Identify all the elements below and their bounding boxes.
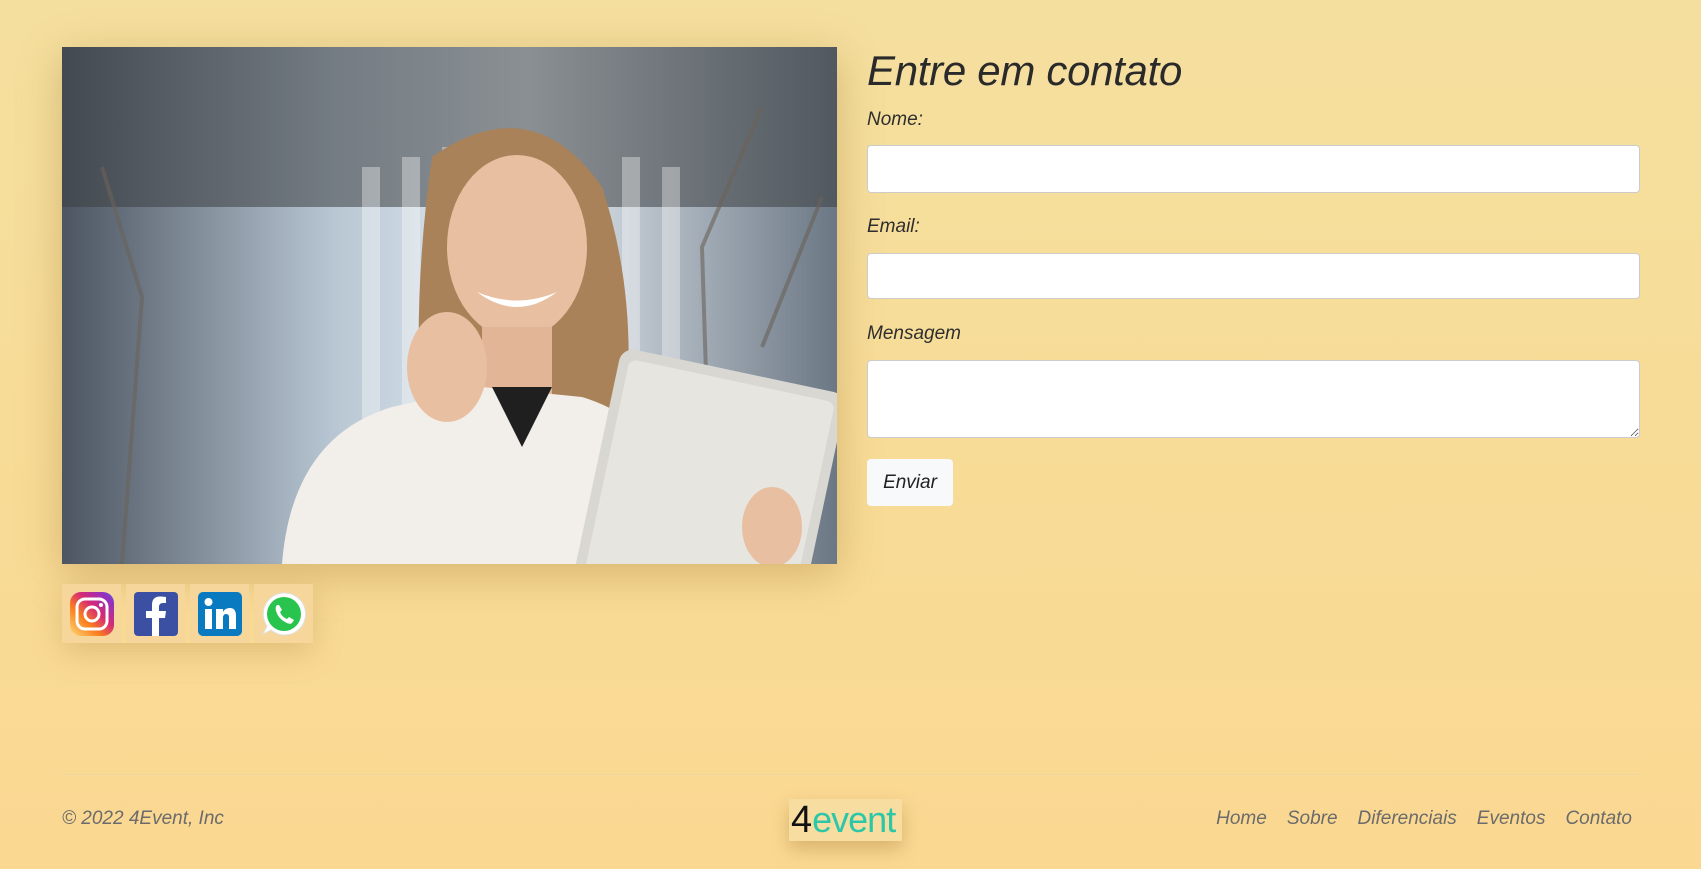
linkedin-link[interactable]: [190, 584, 249, 643]
footer-nav-diferenciais[interactable]: Diferenciais: [1358, 808, 1457, 830]
contact-form: Entre em contato Nome: Email: Mensagem E…: [867, 47, 1642, 506]
contact-title: Entre em contato: [867, 47, 1183, 94]
message-label: Mensagem: [867, 323, 961, 344]
email-input[interactable]: [867, 253, 1640, 299]
submit-button[interactable]: Enviar: [867, 459, 953, 506]
footer-nav-sobre[interactable]: Sobre: [1287, 808, 1338, 830]
name-label: Nome:: [867, 109, 923, 130]
logo-word: event: [812, 799, 896, 840]
logo-number: 4: [791, 799, 813, 841]
footer-copyright: © 2022 4Event, Inc: [62, 808, 224, 829]
hero-photo: [62, 47, 837, 564]
email-label: Email:: [867, 216, 920, 237]
name-input[interactable]: [867, 145, 1640, 193]
whatsapp-link[interactable]: [254, 584, 313, 643]
footer-nav: Home Sobre Diferenciais Eventos Contato: [1216, 808, 1632, 830]
message-textarea[interactable]: [867, 360, 1640, 438]
footer-logo[interactable]: 4 event: [789, 799, 902, 841]
footer-nav-home[interactable]: Home: [1216, 808, 1267, 830]
footer-nav-eventos[interactable]: Eventos: [1477, 808, 1546, 830]
instagram-link[interactable]: [62, 584, 121, 643]
facebook-link[interactable]: [126, 584, 185, 643]
whatsapp-icon: [261, 591, 306, 635]
footer-divider: [62, 774, 1639, 775]
facebook-icon: [133, 591, 178, 636]
instagram-icon: [69, 591, 114, 636]
social-links: [62, 584, 313, 643]
footer-nav-contato[interactable]: Contato: [1565, 808, 1632, 830]
linkedin-icon: [197, 591, 242, 636]
